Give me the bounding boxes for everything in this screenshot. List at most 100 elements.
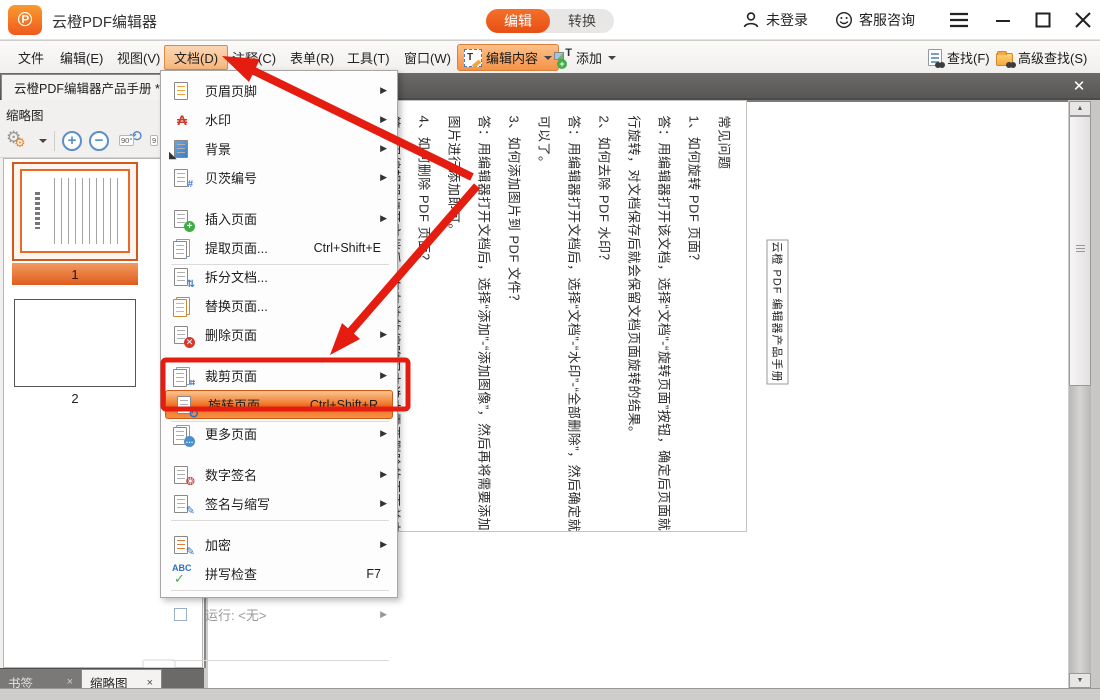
thumbnail-page-2[interactable] — [14, 299, 136, 387]
menu-item-label: 更多页面 — [205, 424, 257, 443]
advanced-find-label: 高级查找(S) — [1018, 48, 1087, 67]
document-text-line: 答：用编辑器打开文档后，选择“文档”-“水印”-“全部删除”，然后确定就 — [558, 115, 588, 519]
more-pages-icon: … — [173, 425, 191, 443]
menu-item-delete-pages[interactable]: ✕删除页面▶ — [163, 320, 395, 349]
edit-content-icon: T — [464, 49, 482, 67]
menu-item-crop-pages[interactable]: ⌗裁剪页面▶ — [163, 361, 395, 390]
menu-item-background[interactable]: ◣背景▶ — [163, 134, 395, 163]
add-icon: T+ — [554, 49, 572, 67]
submenu-arrow-icon: ▶ — [380, 539, 387, 550]
thumbnail-page-1-image — [20, 169, 130, 253]
menubar-item[interactable]: 视图(V) — [107, 45, 170, 70]
document-tab[interactable]: 云橙PDF编辑器产品手册 * — [1, 74, 173, 100]
menu-item-digital-sign[interactable]: ❂数字签名▶ — [163, 460, 395, 489]
menubar-item[interactable]: 窗口(W) — [394, 45, 461, 70]
submenu-arrow-icon: ▶ — [380, 213, 387, 224]
submenu-arrow-icon: ▶ — [380, 498, 387, 509]
menu-item-label: 背景 — [205, 139, 231, 158]
thumbnail-page-1-number: 1 — [12, 263, 138, 285]
scrollbar-grip — [1076, 245, 1085, 252]
find-button[interactable]: 查找(F) — [928, 44, 990, 71]
menu-item-bates[interactable]: #贝茨编号▶ — [163, 163, 395, 192]
zoom-out-icon[interactable]: − — [89, 131, 109, 151]
page-title-box: 云橙 PDF 编辑器产品手册 — [766, 239, 788, 384]
window-bottom-frame — [0, 688, 1100, 700]
menu-item-insert-pages[interactable]: + 插入页面 ▶ — [163, 204, 395, 233]
menu-item-more-pages[interactable]: …更多页面▶ — [163, 419, 395, 448]
menu-item-label: 水印 — [205, 110, 231, 129]
advanced-find-button[interactable]: 高级查找(S) — [996, 44, 1087, 71]
menu-item-shortcut: Ctrl+Shift+R — [310, 398, 378, 412]
menu-item-header-footer[interactable]: 页眉页脚▶ — [163, 76, 395, 105]
document-text-line: 3、如何添加图片到 PDF 文件？ — [498, 115, 528, 519]
menubar-item[interactable]: 注释(C) — [222, 45, 286, 70]
close-icon[interactable]: × — [147, 677, 153, 689]
menu-item-encrypt[interactable]: ✎加密▶ — [163, 530, 395, 559]
menubar-item[interactable]: 文件 — [8, 45, 54, 70]
scroll-down-icon[interactable]: ▼ — [1069, 673, 1091, 688]
menu-item-rotate-pages[interactable]: ↻旋转页面...Ctrl+Shift+R — [165, 390, 393, 419]
mode-edit-button[interactable]: 编辑 — [486, 9, 550, 33]
menu-item-run-box[interactable]: 运行: <无>▶ — [163, 600, 395, 629]
zoom-in-icon[interactable]: + — [62, 131, 82, 151]
menu-item-replace-pages[interactable]: 替换页面... — [163, 291, 395, 320]
app-logo-icon: ℗ — [8, 5, 42, 35]
minimize-button[interactable] — [986, 6, 1020, 34]
menu-item-label: 贝茨编号 — [205, 168, 257, 187]
support-button[interactable]: 客服咨询 — [835, 0, 915, 40]
add-button[interactable]: T+ 添加 — [549, 44, 621, 71]
mode-convert-button[interactable]: 转换 — [550, 9, 614, 33]
delete-pages-icon: ✕ — [173, 326, 191, 344]
menubar-item[interactable]: 文档(D) — [164, 45, 228, 70]
menu-item-label: 数字签名 — [205, 465, 257, 484]
document-close-icon[interactable]: ✕ — [1064, 73, 1094, 99]
thumbnail-page-1[interactable] — [12, 162, 138, 261]
panel-title: 缩略图 — [6, 105, 44, 124]
edit-content-button[interactable]: T 编辑内容 — [457, 44, 559, 71]
insert-pages-icon: + — [173, 210, 191, 228]
menubar-item[interactable]: 编辑(E) — [50, 45, 113, 70]
maximize-button[interactable] — [1026, 6, 1060, 34]
menu-item-spellcheck[interactable]: ABC✓拼写检查F7 — [163, 559, 395, 588]
chevron-down-icon[interactable] — [39, 139, 47, 143]
menu-item-watermark[interactable]: ₳水印▶ — [163, 105, 395, 134]
menu-item-split-doc[interactable]: ⇅拆分文档... — [163, 262, 395, 291]
extract-pages-icon — [173, 239, 191, 257]
chevron-down-icon — [608, 56, 616, 60]
menu-item-label: 加密 — [205, 535, 231, 554]
close-button[interactable] — [1066, 6, 1100, 34]
menu-item-label: 删除页面 — [205, 325, 257, 344]
spellcheck-icon: ABC✓ — [173, 565, 191, 583]
sign-initials-icon: ✎ — [173, 495, 191, 513]
smiley-icon — [835, 11, 853, 29]
menu-item-extract-pages[interactable]: 提取页面...Ctrl+Shift+E — [163, 233, 395, 262]
add-label: 添加 — [576, 48, 602, 67]
menu-item-label: 运行: <无> — [205, 605, 266, 624]
menubar-item[interactable]: 工具(T) — [337, 45, 400, 70]
document-text-line: 答：用编辑器打开该文档，选择“文档”-“旋转页面”按钮，确定后页面就会进 — [648, 115, 678, 519]
login-label: 未登录 — [766, 10, 808, 30]
rotate-left-90-icon[interactable]: ⟲90° — [116, 130, 140, 152]
document-text-line: 1、如何旋转 PDF 页面？ — [678, 115, 708, 519]
menu-item-label: 插入页面 — [205, 209, 257, 228]
submenu-arrow-icon: ▶ — [380, 172, 387, 183]
vertical-scrollbar[interactable]: ▲ ▼ — [1069, 101, 1091, 688]
menu-item-sign-initials[interactable]: ✎签名与缩写▶ — [163, 489, 395, 518]
menubar-item[interactable]: 表单(R) — [280, 45, 344, 70]
crop-pages-icon: ⌗ — [173, 367, 191, 385]
scroll-up-icon[interactable]: ▲ — [1069, 101, 1091, 116]
submenu-arrow-icon: ▶ — [380, 85, 387, 96]
run-box-icon — [173, 606, 191, 624]
mode-toggle: 编辑 转换 — [486, 9, 614, 33]
document-text-line: 答：用编辑器打开文档后，选择“添加”-“添加图像”，然后再将需要添加的 — [468, 115, 498, 519]
scrollbar-thumb[interactable] — [1069, 116, 1091, 386]
login-button[interactable]: 未登录 — [742, 0, 808, 40]
main-menu-icon[interactable] — [942, 6, 976, 34]
menu-item-label: 提取页面... — [205, 238, 268, 257]
replace-pages-icon — [173, 297, 191, 315]
rotate-pages-icon: ↻ — [176, 396, 194, 414]
find-label: 查找(F) — [947, 48, 990, 67]
document-text-line: 2、如何去除 PDF 水印？ — [588, 115, 618, 519]
settings-gears-icon[interactable]: ⚙⚙ — [6, 130, 30, 152]
close-icon[interactable]: × — [67, 676, 73, 688]
